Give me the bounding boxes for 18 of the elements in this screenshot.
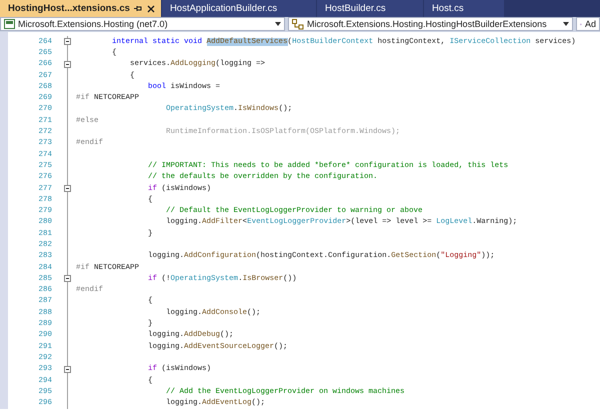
file-tab[interactable]: Host.cs [424,0,504,17]
project-icon [4,19,15,29]
caret-icon [275,22,281,26]
collapse-icon[interactable] [64,60,70,68]
file-tab[interactable]: HostApplicationBuilder.cs [162,0,316,17]
navigation-dropdown[interactable]: Microsoft.Extensions.Hosting.HostingHostBuilderExtensions [288,17,573,31]
pin-icon[interactable] [134,5,143,12]
class-icon [292,18,304,30]
close-icon[interactable] [146,4,155,12]
file-tab[interactable]: HostingHost...xtensions.cs [0,0,161,17]
collapse-icon[interactable] [64,275,70,282]
collapse-icon[interactable] [64,38,70,46]
caret-icon [563,22,569,26]
navigation-dropdown[interactable]: Ad [576,17,600,31]
navigation-dropdown[interactable]: Microsoft.Extensions.Hosting (net7.0) [0,17,285,31]
collapse-icon[interactable] [64,366,70,373]
collapse-icon[interactable] [64,185,70,192]
file-tab[interactable]: HostBuilder.cs [316,0,423,17]
